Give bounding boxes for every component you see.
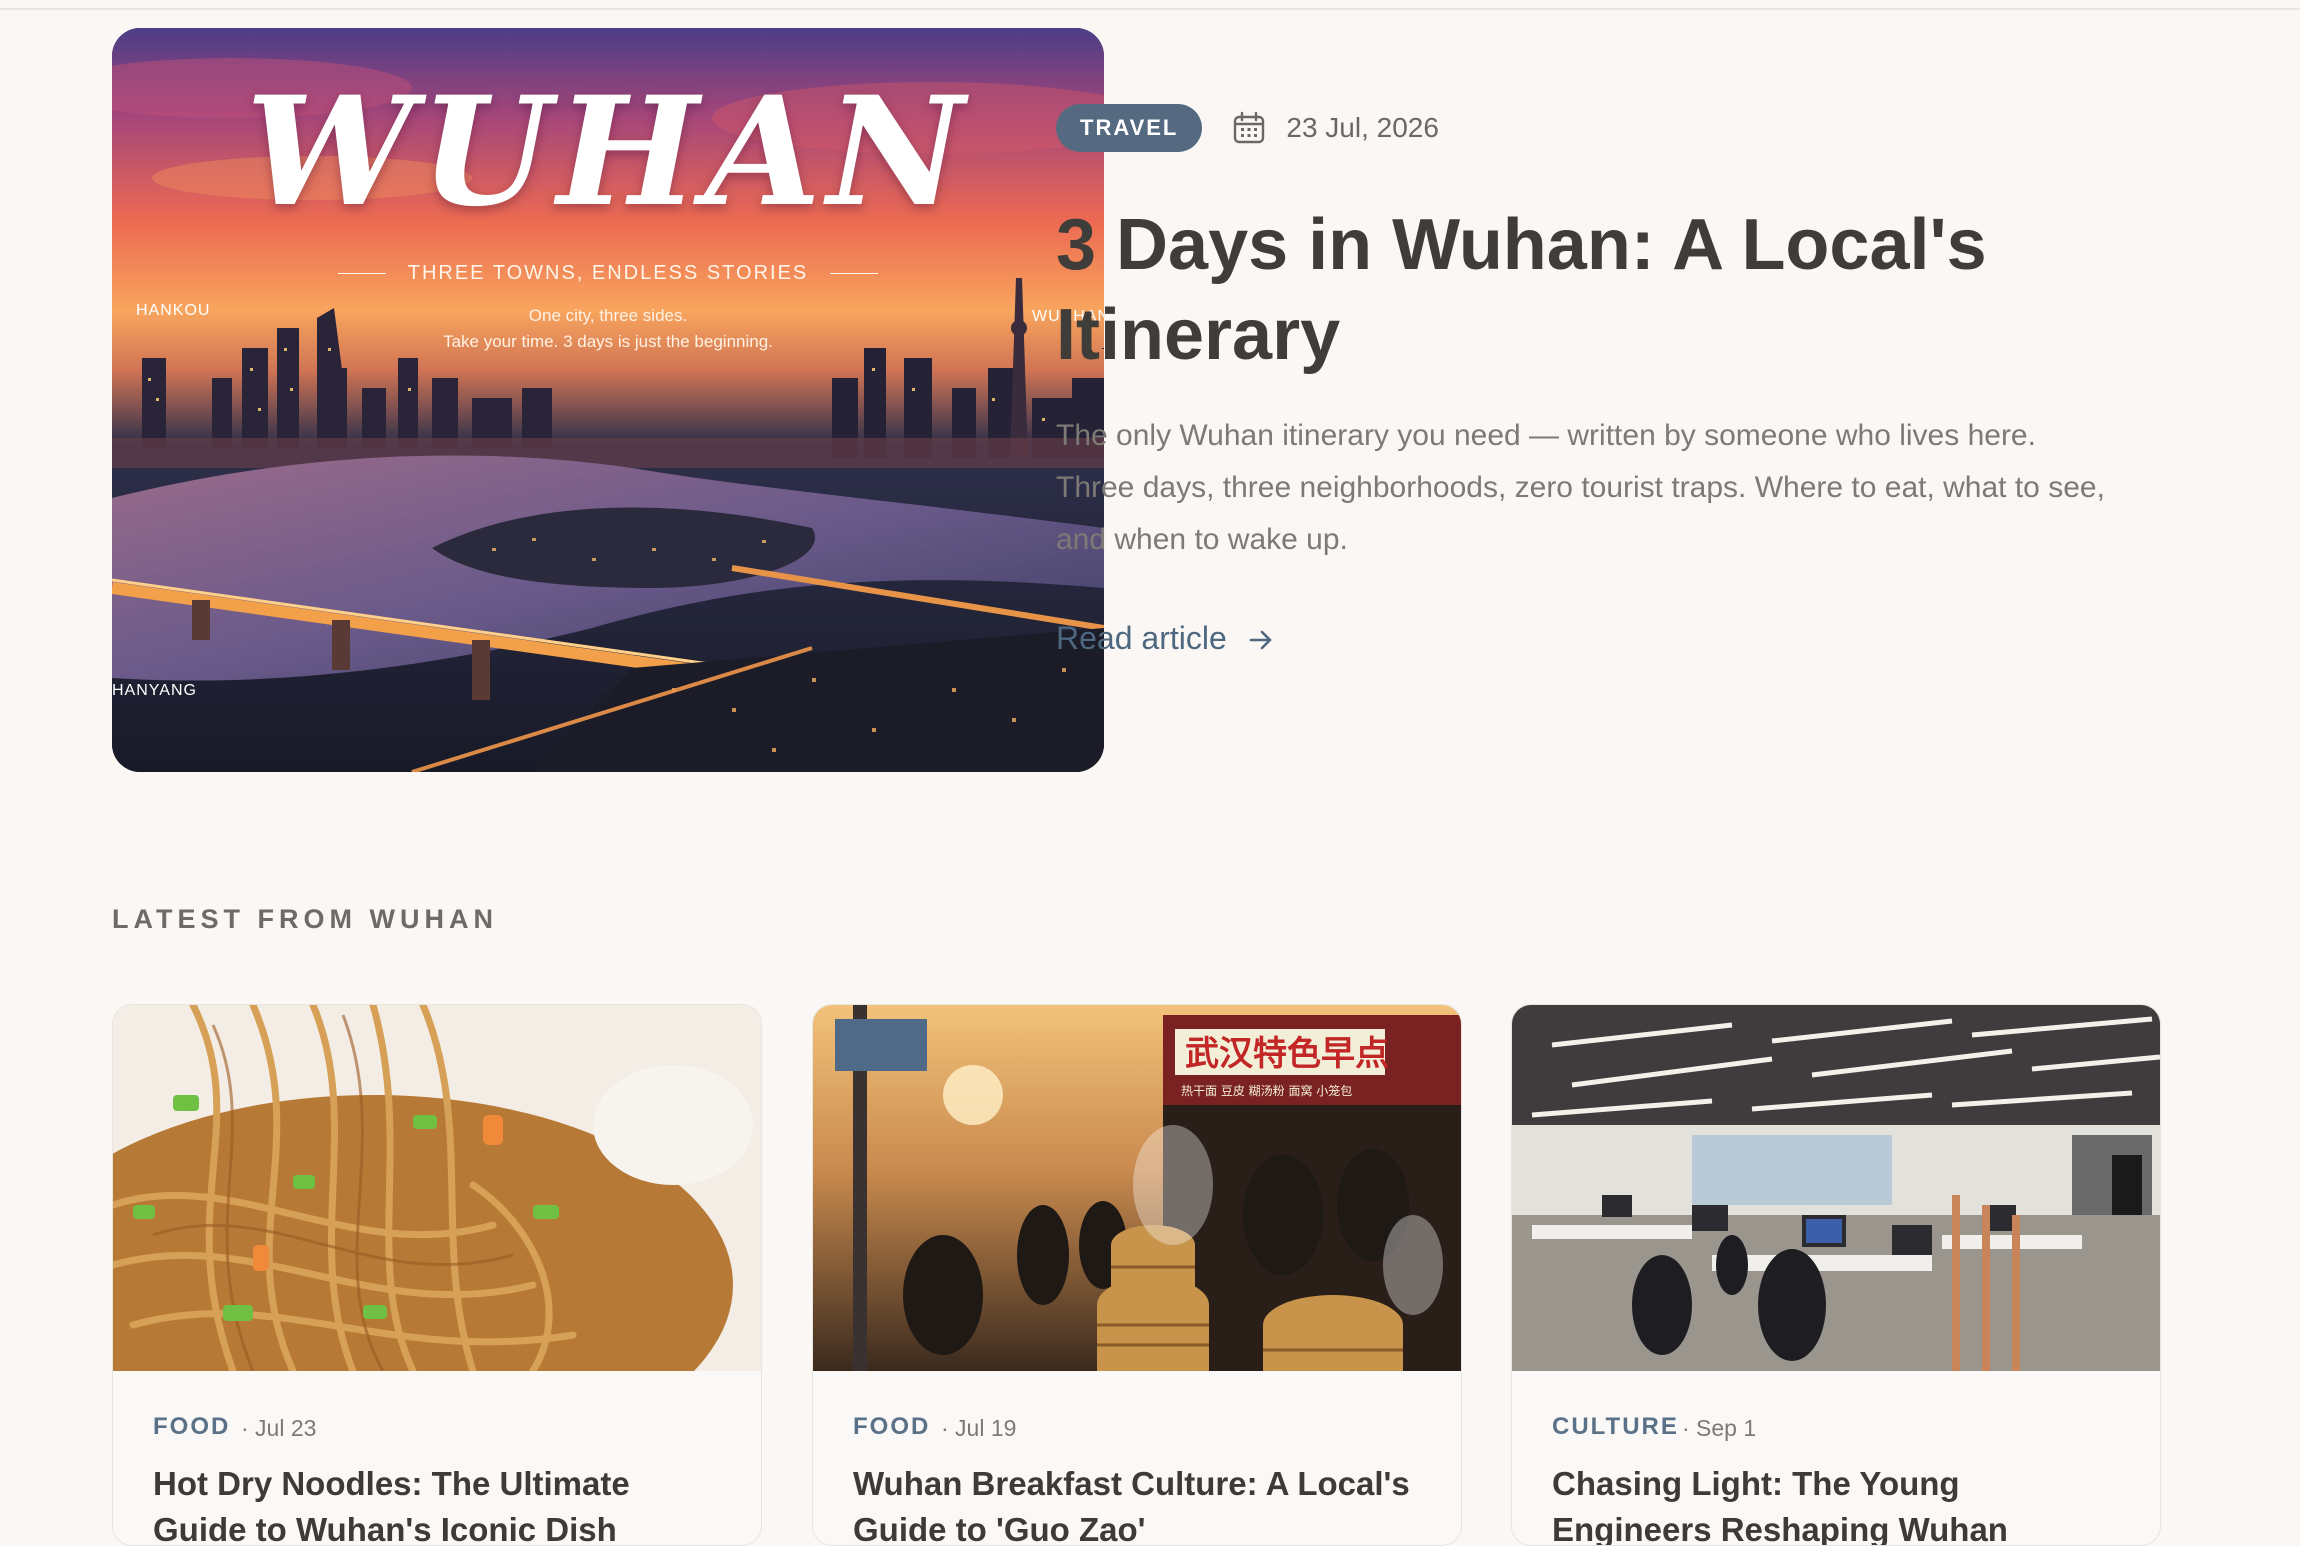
card-title[interactable]: Wuhan Breakfast Culture: A Local's [853,1461,1423,1507]
top-divider [0,8,2300,10]
latest-section-heading: LATEST FROM WUHAN [112,904,498,934]
calendar-icon [1232,111,1266,145]
card-title[interactable]: Hot Dry Noodles: The Ultimate [153,1461,723,1507]
article-card[interactable]: CULTURE · Sep 1 Chasing Light: The Young… [1511,1004,2161,1546]
read-article-link[interactable]: Read article [1056,620,1275,657]
hero-image-title: WUHAN [245,64,971,240]
read-article-label: Read article [1056,620,1227,656]
card-title-continued[interactable]: Engineers Reshaping Wuhan [1552,1507,2122,1545]
office-photo[interactable] [1512,1005,2160,1371]
breakfast-street-photo[interactable]: 武汉特色早点 热干面 豆皮 糊汤粉 面窝 小笼包 [813,1005,1461,1371]
hero-image-subtitle: THREE TOWNS, ENDLESS STORIES [112,262,1104,285]
hero-meta: TRAVEL 23 Jul, 2026 [1056,104,1439,152]
card-title-continued[interactable]: Guide to 'Guo Zao' [853,1507,1423,1545]
hero-image[interactable]: WUHAN THREE TOWNS, ENDLESS STORIES One c… [112,28,1104,772]
card-category[interactable]: CULTURE [1552,1413,1679,1441]
card-date: · Sep 1 [1682,1415,1757,1441]
hero-title[interactable]: 3 Days in Wuhan: A Local's Itinerary [1056,200,2116,380]
card-date: · Jul 19 [941,1415,1017,1441]
hero-excerpt: The only Wuhan itinerary you need — writ… [1056,419,2105,556]
sign-text: 武汉特色早点 [1185,1034,1389,1074]
hero-image-tagline-1: One city, three sides. [528,306,688,325]
card-title[interactable]: Chasing Light: The Young [1552,1461,2122,1507]
arrow-right-icon [1247,625,1275,653]
card-title-continued[interactable]: Guide to Wuhan's Iconic Dish [153,1507,723,1545]
category-badge[interactable]: TRAVEL [1056,104,1203,152]
card-category[interactable]: FOOD [853,1413,930,1441]
card-date: · Jul 23 [241,1415,317,1441]
article-card[interactable]: FOOD · Jul 23 Hot Dry Noodles: The Ultim… [112,1004,762,1546]
district-label-hanyang: HANYANG [112,682,197,699]
publish-date: 23 Jul, 2026 [1286,112,1439,143]
district-label-hankou: HANKOU [136,302,211,319]
card-category[interactable]: FOOD [153,1413,230,1441]
sign-subtext: 热干面 豆皮 糊汤粉 面窝 小笼包 [1181,1083,1352,1098]
noodles-photo[interactable] [113,1005,761,1371]
hero-image-tagline-2: Take your time. 3 days is just the begin… [443,332,773,351]
article-card[interactable]: 武汉特色早点 热干面 豆皮 糊汤粉 面窝 小笼包 FOOD · Jul 19 W… [812,1004,1462,1546]
